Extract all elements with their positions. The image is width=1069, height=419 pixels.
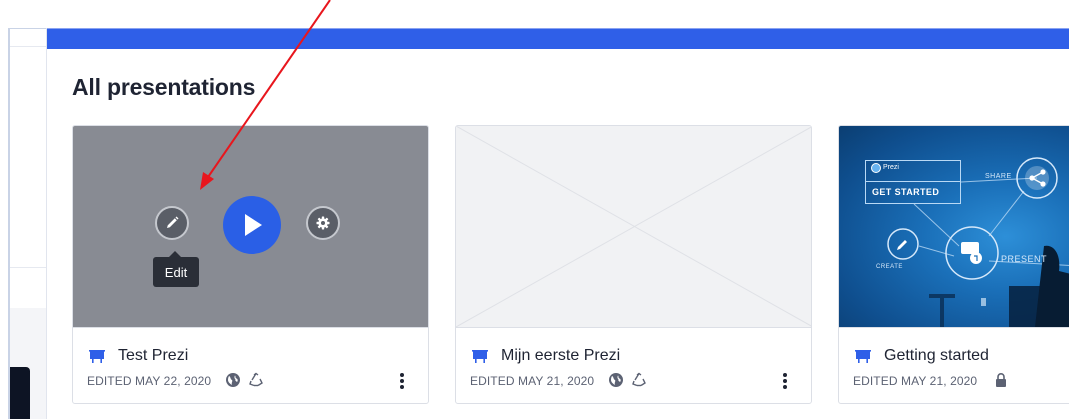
- sidebar-divider: [10, 267, 46, 268]
- presentation-card[interactable]: Mijn eerste Prezi EDITED MAY 21, 2020: [455, 125, 812, 404]
- sidebar-top-border: [8, 28, 47, 29]
- page-title: All presentations: [72, 74, 256, 100]
- thumbnail-title-divider: [865, 181, 961, 182]
- more-options-button[interactable]: [780, 370, 790, 392]
- recycle-icon: [249, 372, 263, 387]
- thumbnail-heading: GET STARTED: [872, 187, 940, 197]
- gear-icon: [316, 216, 330, 230]
- pencil-icon: [167, 216, 179, 228]
- card-title[interactable]: Test Prezi: [118, 347, 188, 365]
- thumbnail-share-label: SHARE: [985, 173, 1012, 180]
- edit-tooltip: Edit: [153, 257, 199, 287]
- card-title[interactable]: Mijn eerste Prezi: [501, 347, 620, 365]
- presentation-thumbnail[interactable]: Prezi GET STARTED SHARE PRESENT CREATE: [839, 126, 1069, 327]
- presentation-icon: [89, 350, 105, 363]
- thumbnail-diagram: [887, 157, 1069, 327]
- thumbnail-logo-text: Prezi: [883, 164, 899, 171]
- thumbnail-present-label: PRESENT: [1001, 254, 1048, 264]
- card-info: Mijn eerste Prezi EDITED MAY 21, 2020: [456, 328, 811, 403]
- card-info: Test Prezi EDITED MAY 22, 2020: [73, 328, 428, 403]
- sidebar-dark-button[interactable]: [10, 367, 30, 419]
- lock-icon: [996, 372, 1006, 387]
- sidebar-right-border: [46, 28, 47, 419]
- edit-button[interactable]: [155, 206, 189, 240]
- sidebar: [0, 0, 47, 419]
- sidebar-divider: [10, 46, 46, 47]
- top-banner-border: [47, 28, 1069, 29]
- presentation-icon: [472, 350, 488, 363]
- recycle-icon: [632, 372, 646, 387]
- card-info: Getting started EDITED MAY 21, 2020: [839, 328, 1069, 403]
- placeholder-image: [456, 126, 811, 327]
- presentation-card[interactable]: Edit Test Prezi EDITED MAY 22, 2020: [72, 125, 429, 404]
- top-banner: [47, 28, 1069, 49]
- present-button[interactable]: [223, 196, 281, 254]
- play-icon: [245, 214, 262, 236]
- card-edited-date: EDITED MAY 21, 2020: [853, 374, 978, 388]
- more-options-button[interactable]: [397, 370, 407, 392]
- prezi-logo-icon: [871, 163, 881, 173]
- presentation-card[interactable]: Prezi GET STARTED SHARE PRESENT CREATE G…: [838, 125, 1069, 404]
- presentation-icon: [855, 350, 871, 363]
- presentation-thumbnail[interactable]: [456, 126, 811, 327]
- card-edited-date: EDITED MAY 22, 2020: [87, 374, 212, 388]
- settings-button[interactable]: [306, 206, 340, 240]
- globe-icon: [226, 373, 240, 387]
- globe-icon: [609, 373, 623, 387]
- card-title[interactable]: Getting started: [884, 347, 989, 365]
- presentation-thumbnail[interactable]: Edit: [73, 126, 428, 327]
- card-edited-date: EDITED MAY 21, 2020: [470, 374, 595, 388]
- thumbnail-create-label: CREATE: [876, 264, 903, 270]
